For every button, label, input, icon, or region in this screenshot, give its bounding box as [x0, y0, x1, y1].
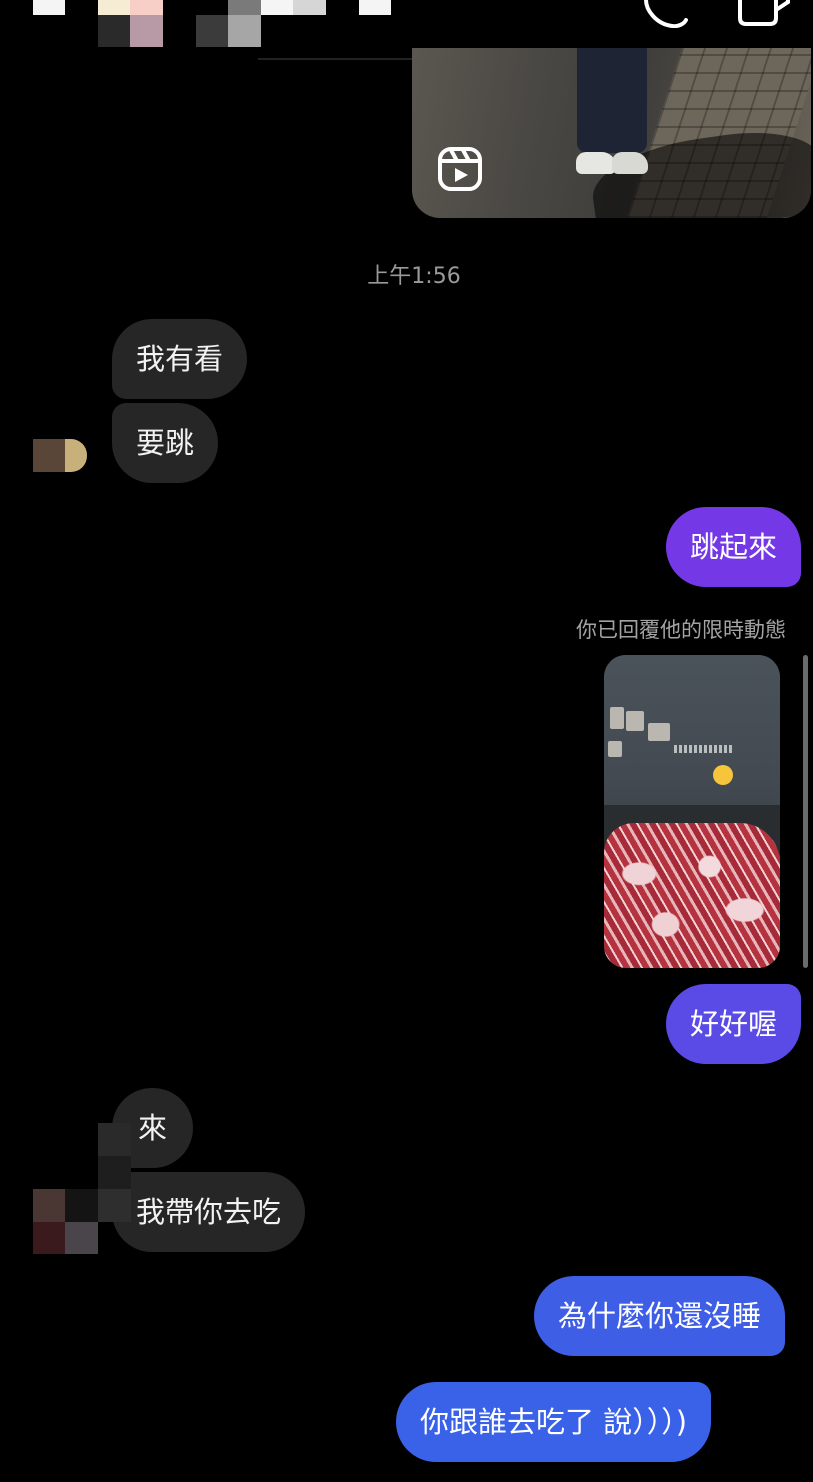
- pixelated-name-block: [359, 0, 391, 15]
- shared-reel-preview[interactable]: [412, 48, 811, 218]
- pixelated-name-block: [196, 15, 228, 47]
- story-wall-photo: [610, 707, 624, 729]
- story-wall-photo: [608, 741, 622, 757]
- pixelated-avatar-block: [33, 1189, 65, 1222]
- pixelated-censor-block: [98, 1123, 131, 1156]
- scrollbar[interactable]: [803, 655, 808, 968]
- pixelated-avatar-block: [33, 0, 65, 15]
- sender-avatar[interactable]: [33, 1189, 98, 1254]
- pixelated-avatar-block: [65, 1222, 98, 1254]
- pixelated-name-block: [130, 0, 163, 15]
- story-wall-photo: [626, 711, 644, 731]
- outgoing-message-bubble[interactable]: 為什麼你還沒睡: [534, 1276, 786, 1356]
- chat-header: [0, 0, 813, 60]
- outgoing-message-bubble[interactable]: 跳起來: [666, 507, 802, 587]
- pixelated-name-block: [228, 15, 261, 47]
- pixelated-name-block: [293, 0, 326, 15]
- pixelated-name-block: [98, 15, 130, 47]
- incoming-message-bubble[interactable]: 要跳: [112, 403, 219, 483]
- reels-play-icon: [438, 147, 482, 191]
- video-icon[interactable]: [736, 0, 790, 26]
- pixelated-name-block: [130, 15, 163, 47]
- reel-person-legs: [577, 48, 647, 153]
- pixelated-avatar-block: [33, 1222, 65, 1254]
- story-wagyu-image: [604, 823, 780, 968]
- header-divider: [258, 58, 418, 60]
- outgoing-message-bubble[interactable]: 你跟誰去吃了 說）））): [396, 1382, 712, 1462]
- reel-shoe: [576, 152, 616, 174]
- pixelated-name-block: [261, 0, 293, 15]
- story-reply-caption: 你已回覆他的限時動態: [576, 618, 786, 642]
- outgoing-message-bubble[interactable]: 好好喔: [666, 984, 802, 1064]
- pixelated-avatar-block: [65, 439, 87, 472]
- story-wall-photo: [648, 723, 670, 741]
- message-timestamp: 上午1:56: [367, 264, 461, 289]
- reel-shoe: [612, 152, 648, 174]
- sender-avatar[interactable]: [33, 439, 89, 472]
- story-overlay-text: [674, 745, 734, 753]
- pixelated-avatar-block: [33, 439, 65, 472]
- pixelated-censor-block: [98, 1156, 131, 1189]
- pixelated-name-block: [98, 0, 130, 15]
- phone-icon[interactable]: [642, 0, 690, 28]
- pixelated-name-block: [228, 0, 261, 15]
- pixelated-censor-block: [98, 1189, 131, 1222]
- incoming-message-bubble[interactable]: 我有看: [112, 319, 248, 399]
- pixelated-avatar-block: [65, 1189, 98, 1222]
- smiling-emoji-icon: [713, 765, 733, 785]
- replied-story-thumbnail[interactable]: [604, 655, 780, 968]
- incoming-message-bubble[interactable]: 我帶你去吃: [112, 1172, 306, 1252]
